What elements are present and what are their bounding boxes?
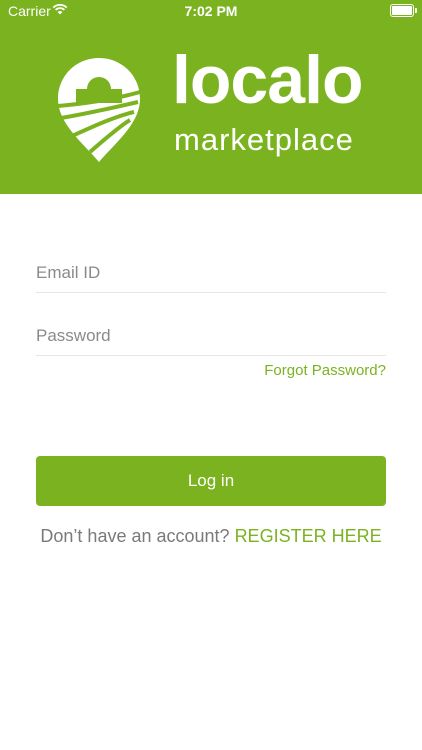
status-bar: Carrier 7:02 PM (0, 0, 422, 22)
status-time: 7:02 PM (184, 3, 238, 19)
forgot-password-link[interactable]: Forgot Password? (264, 362, 386, 379)
email-field (36, 254, 386, 293)
brand-name: localo (172, 42, 363, 118)
register-link[interactable]: REGISTER HERE (235, 526, 382, 546)
register-prompt-text: Don’t have an account? (40, 526, 230, 546)
email-input[interactable] (36, 254, 386, 292)
password-field (36, 317, 386, 356)
register-prompt-row: Don’t have an account? REGISTER HERE (0, 526, 422, 547)
map-pin-fields-icon (56, 56, 142, 164)
password-input[interactable] (36, 317, 386, 355)
battery-icon (390, 4, 417, 17)
brand-header: Carrier 7:02 PM localo marketplace (0, 0, 422, 194)
brand-tagline: marketplace (174, 122, 354, 157)
login-button[interactable]: Log in (36, 456, 386, 506)
